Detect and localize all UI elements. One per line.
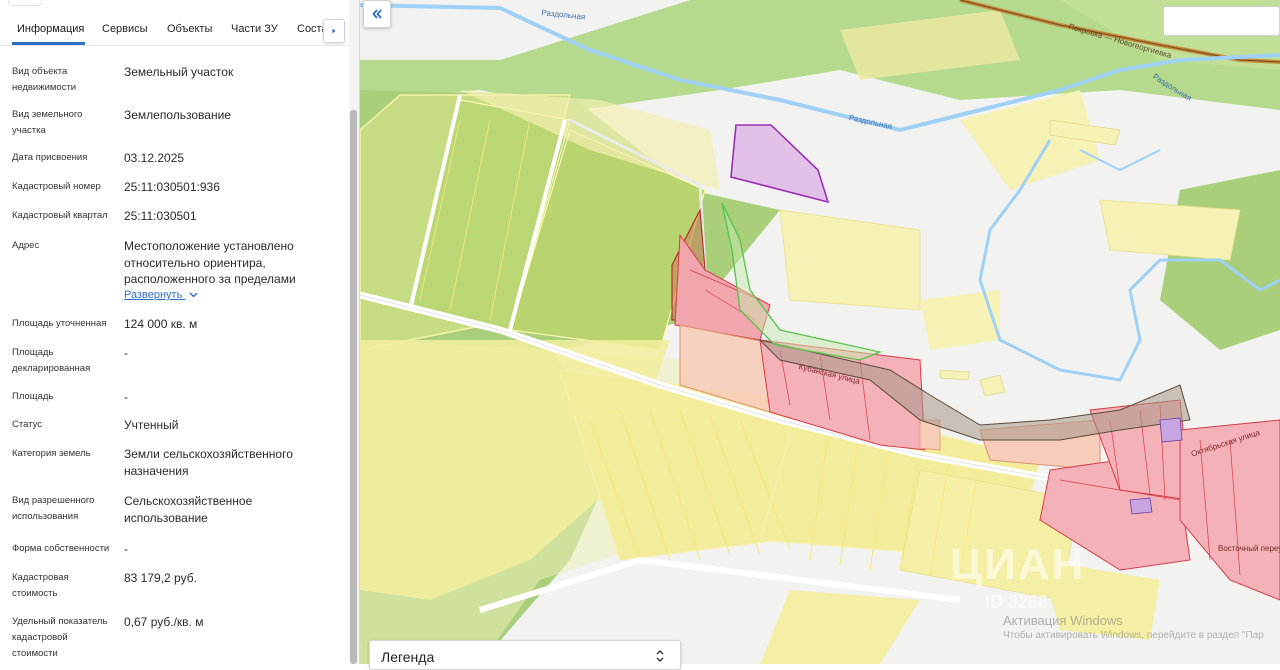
- brand-id-watermark: ID 3258: [985, 592, 1049, 612]
- windows-activation-title: Активация Windows: [1003, 613, 1123, 628]
- info-label: Кадастровая стоимость: [12, 572, 69, 599]
- info-value: Землепользование: [124, 108, 231, 122]
- info-label: Форма собственности: [12, 543, 110, 554]
- brand-watermark: ЦИАН: [950, 540, 1086, 589]
- info-value: 03.12.2025: [124, 151, 185, 165]
- collapse-panel-button[interactable]: [363, 0, 391, 28]
- info-label: Вид земельного участка: [12, 109, 83, 136]
- active-tab-indicator: [12, 42, 85, 45]
- info-value: 83 179,2 руб.: [124, 571, 197, 585]
- tab-services[interactable]: Сервисы: [102, 23, 148, 35]
- info-label: Площадь уточненная: [12, 318, 107, 329]
- info-value: 124 000 кв. м: [124, 317, 198, 331]
- map-label-street: Восточный переулок: [1218, 544, 1280, 553]
- info-value[interactable]: 25:11:030501:936: [124, 179, 336, 196]
- up-down-chevron-icon: [656, 650, 664, 662]
- info-value: Местоположение установлено относительно …: [124, 239, 296, 286]
- info-label: Дата присвоения: [12, 152, 88, 163]
- info-label: Площадь: [12, 391, 54, 402]
- legend-panel[interactable]: Легенда: [369, 640, 681, 670]
- tabs-next-button[interactable]: [323, 19, 345, 43]
- cadastral-map[interactable]: Раздольная Раздольная Раздольная Покровк…: [360, 0, 1280, 664]
- panel-top-handle[interactable]: [8, 0, 42, 6]
- info-value: -: [124, 390, 128, 404]
- info-label: Вид разрешенного использования: [12, 495, 95, 522]
- map-canvas[interactable]: [360, 0, 1280, 664]
- info-value: Земли сельскохозяйственного назначения: [124, 447, 293, 478]
- tab-information[interactable]: Информация: [17, 23, 84, 35]
- info-label: Статус: [12, 419, 43, 430]
- info-value: Учтенный: [124, 418, 179, 432]
- expand-link-label: Развернуть: [124, 289, 183, 301]
- windows-activation-text: Чтобы активировать Windows, перейдите в …: [1003, 630, 1264, 641]
- info-value: 0,67 руб./кв. м: [124, 615, 204, 629]
- legend-label: Легенда: [381, 649, 435, 665]
- info-label: Кадастровый номер: [12, 181, 101, 192]
- tab-bar: Информация Сервисы Объекты Части ЗУ Сост…: [0, 14, 352, 46]
- info-value: -: [124, 542, 128, 556]
- info-label: Адрес: [12, 240, 40, 251]
- info-label: Вид объекта недвижимости: [12, 66, 77, 93]
- info-label: Кадастровый квартал: [12, 210, 108, 221]
- info-panel: Информация Сервисы Объекты Части ЗУ Сост…: [0, 0, 360, 664]
- info-label: Категория земель: [12, 448, 91, 459]
- info-label: Удельный показатель кадастровой стоимост…: [12, 616, 108, 659]
- scrollbar-thumb[interactable]: [350, 110, 357, 664]
- double-chevron-left-icon: [372, 9, 382, 19]
- expand-address-link[interactable]: Развернуть: [124, 289, 198, 301]
- map-search-input[interactable]: [1163, 6, 1280, 36]
- tab-land-parts[interactable]: Части ЗУ: [231, 23, 278, 35]
- info-value: -: [124, 346, 128, 360]
- chevron-right-icon: [332, 28, 336, 34]
- info-value[interactable]: 25:11:030501: [124, 208, 336, 225]
- tab-objects[interactable]: Объекты: [167, 23, 212, 35]
- info-value: Сельскохозяйственное использование: [124, 494, 253, 525]
- info-value: Земельный участок: [124, 65, 234, 79]
- chevron-down-icon: [189, 292, 198, 298]
- info-label: Площадь декларированная: [12, 347, 91, 374]
